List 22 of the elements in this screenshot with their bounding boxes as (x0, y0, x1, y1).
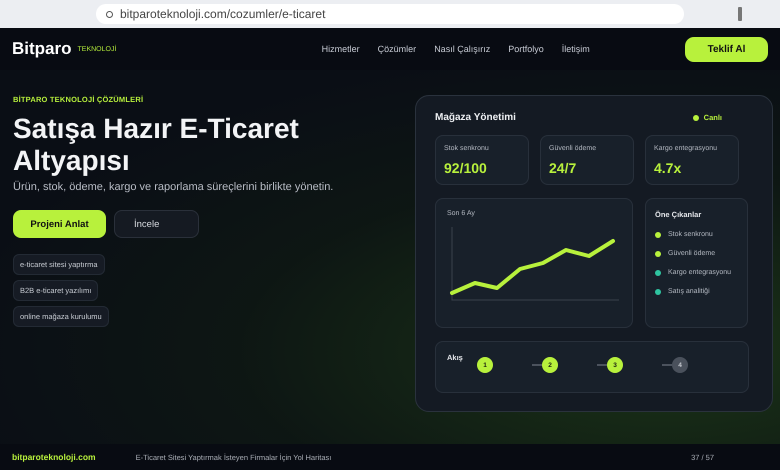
stat-value: 24/7 (549, 160, 578, 176)
footer-site[interactable]: bitparoteknoloji.com (12, 452, 96, 462)
nav-link[interactable]: Hizmetler (322, 44, 360, 54)
card-title: Mağaza Yönetimi (435, 112, 516, 123)
nav-link[interactable]: Çözümler (378, 44, 416, 54)
secondary-button[interactable]: İncele (114, 210, 199, 238)
stat-value: 92/100 (444, 160, 488, 176)
step-connector (662, 364, 672, 366)
step-connector (597, 364, 607, 366)
stat-value: 4.7x (654, 160, 682, 176)
step-connector (532, 364, 542, 366)
nav-link[interactable]: İletişim (562, 44, 590, 54)
nav-link[interactable]: Portfolyo (508, 44, 544, 54)
nav-link[interactable]: Nasıl Çalışırız (434, 44, 490, 54)
hero-subtitle: Ürün, stok, ödeme, kargo ve raporlama süreçlerini birlikte yönetin. (13, 181, 334, 193)
primary-button[interactable]: Projeni Anlat (13, 210, 106, 238)
quote-button[interactable]: Teklif Al (685, 36, 768, 62)
site-icon (106, 10, 113, 18)
address-bar[interactable]: bitparoteknoloji.com/cozumler/e-ticaret (96, 4, 684, 24)
brand-logo[interactable]: Bitparo (12, 39, 72, 59)
hero-title: Satışa Hazır E-Ticaret Altyapısı (13, 113, 300, 177)
extension-icon[interactable] (738, 7, 742, 21)
